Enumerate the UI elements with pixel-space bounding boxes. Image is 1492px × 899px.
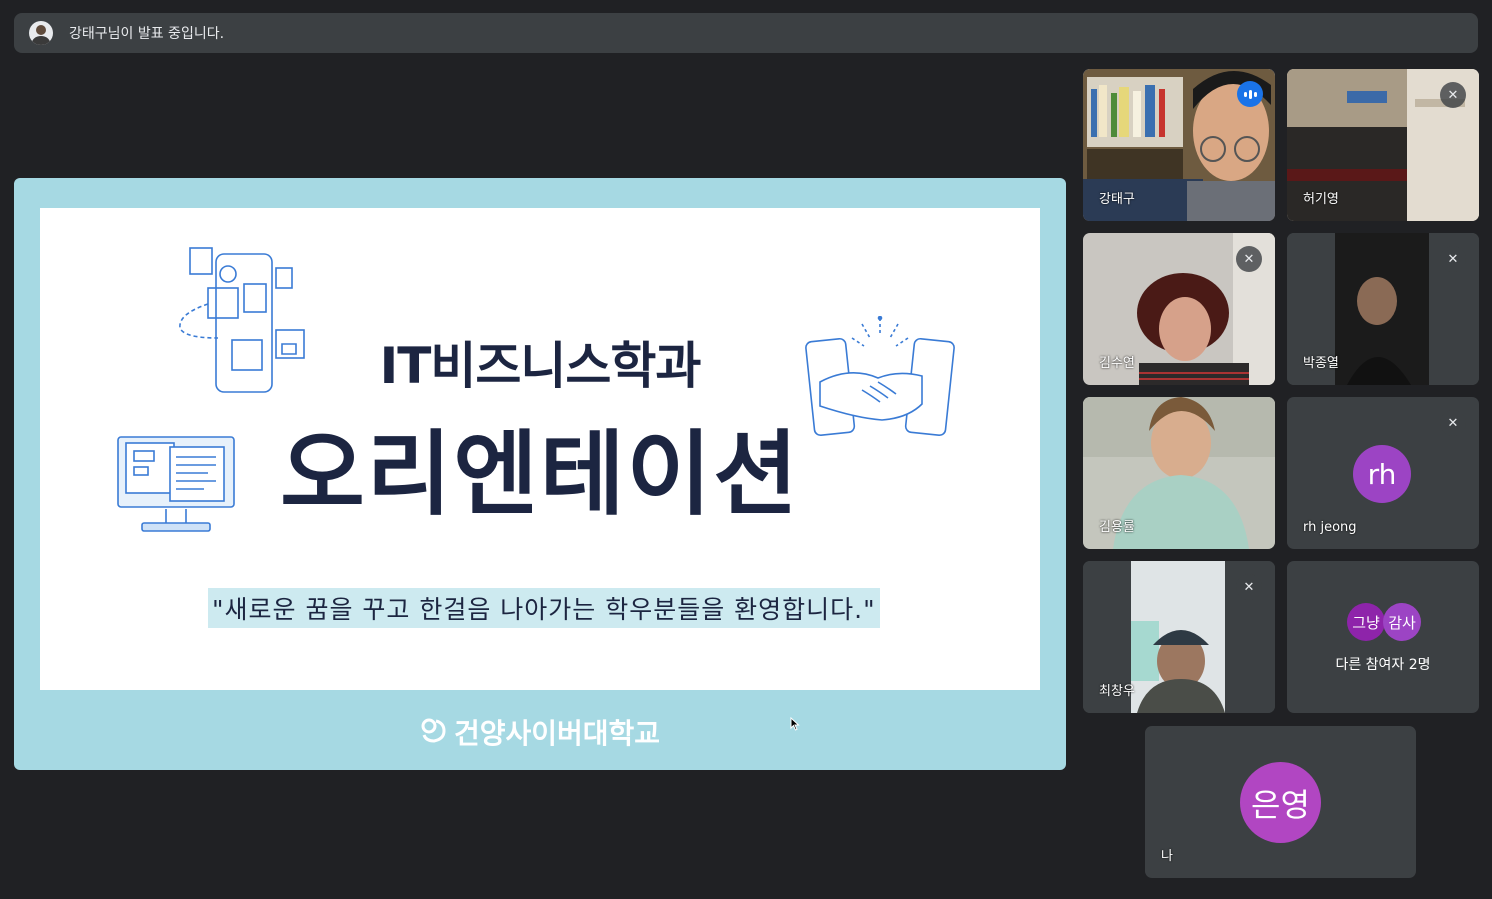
presenter-avatar <box>29 21 53 45</box>
participant-avatar: 그냥 <box>1347 603 1385 641</box>
participant-name: 허기영 <box>1303 192 1339 207</box>
slide-title-department: IT비즈니스학과 <box>379 337 702 395</box>
participant-tile[interactable]: 강태구 <box>1083 69 1275 221</box>
slide-title-orientation: 오리엔테이션 <box>280 421 800 528</box>
presenting-banner-text: 강태구님이 발표 중입니다. <box>69 26 225 42</box>
self-name: 나 <box>1161 849 1173 864</box>
participant-tile[interactable]: ✕ 허기영 <box>1287 69 1479 221</box>
self-tile[interactable]: 은영 나 <box>1145 726 1416 878</box>
participant-name: 박종열 <box>1303 356 1339 371</box>
participant-tile[interactable]: ✕ 김수연 <box>1083 233 1275 385</box>
mic-off-icon: ✕ <box>1440 82 1466 108</box>
participant-name: 김용률 <box>1099 520 1135 535</box>
mic-off-icon: ✕ <box>1236 574 1262 600</box>
participant-tile[interactable]: 김용률 <box>1083 397 1275 549</box>
presentation-stage[interactable]: IT비즈니스학과 오리엔테이션 "새로운 꿈을 꾸고 한걸음 나아가는 학우분들… <box>14 178 1066 770</box>
self-avatar: 은영 <box>1240 762 1321 843</box>
university-logo: 건양사이버대학교 <box>14 712 1066 752</box>
participant-tile[interactable]: rh ✕ rh jeong <box>1287 397 1479 549</box>
participant-avatar: 감사 <box>1383 603 1421 641</box>
participant-name: rh jeong <box>1303 520 1357 535</box>
audio-level-icon <box>1237 81 1263 107</box>
participant-tile[interactable]: ✕ 최창우 <box>1083 561 1275 713</box>
participant-name: 최창우 <box>1099 684 1135 699</box>
university-emblem-icon <box>420 717 448 750</box>
participant-tile[interactable]: ✕ 박종열 <box>1287 233 1479 385</box>
other-participants-label: 다른 참여자 2명 <box>1335 657 1431 673</box>
presenting-banner: 강태구님이 발표 중입니다. <box>14 13 1478 53</box>
mouse-cursor-icon <box>790 717 800 731</box>
university-name: 건양사이버대학교 <box>453 717 661 750</box>
participant-name: 김수연 <box>1099 356 1135 371</box>
participant-avatar: rh <box>1353 445 1411 503</box>
mic-off-icon: ✕ <box>1440 246 1466 272</box>
participant-name: 강태구 <box>1099 192 1135 207</box>
slide-canvas: IT비즈니스학과 오리엔테이션 "새로운 꿈을 꾸고 한걸음 나아가는 학우분들… <box>40 208 1040 690</box>
slide-welcome-message: "새로운 꿈을 꾸고 한걸음 나아가는 학우분들을 환영합니다." <box>208 588 880 628</box>
other-participants-tile[interactable]: 그냥 감사 다른 참여자 2명 <box>1287 561 1479 713</box>
mic-off-icon: ✕ <box>1440 410 1466 436</box>
mic-off-icon: ✕ <box>1236 246 1262 272</box>
